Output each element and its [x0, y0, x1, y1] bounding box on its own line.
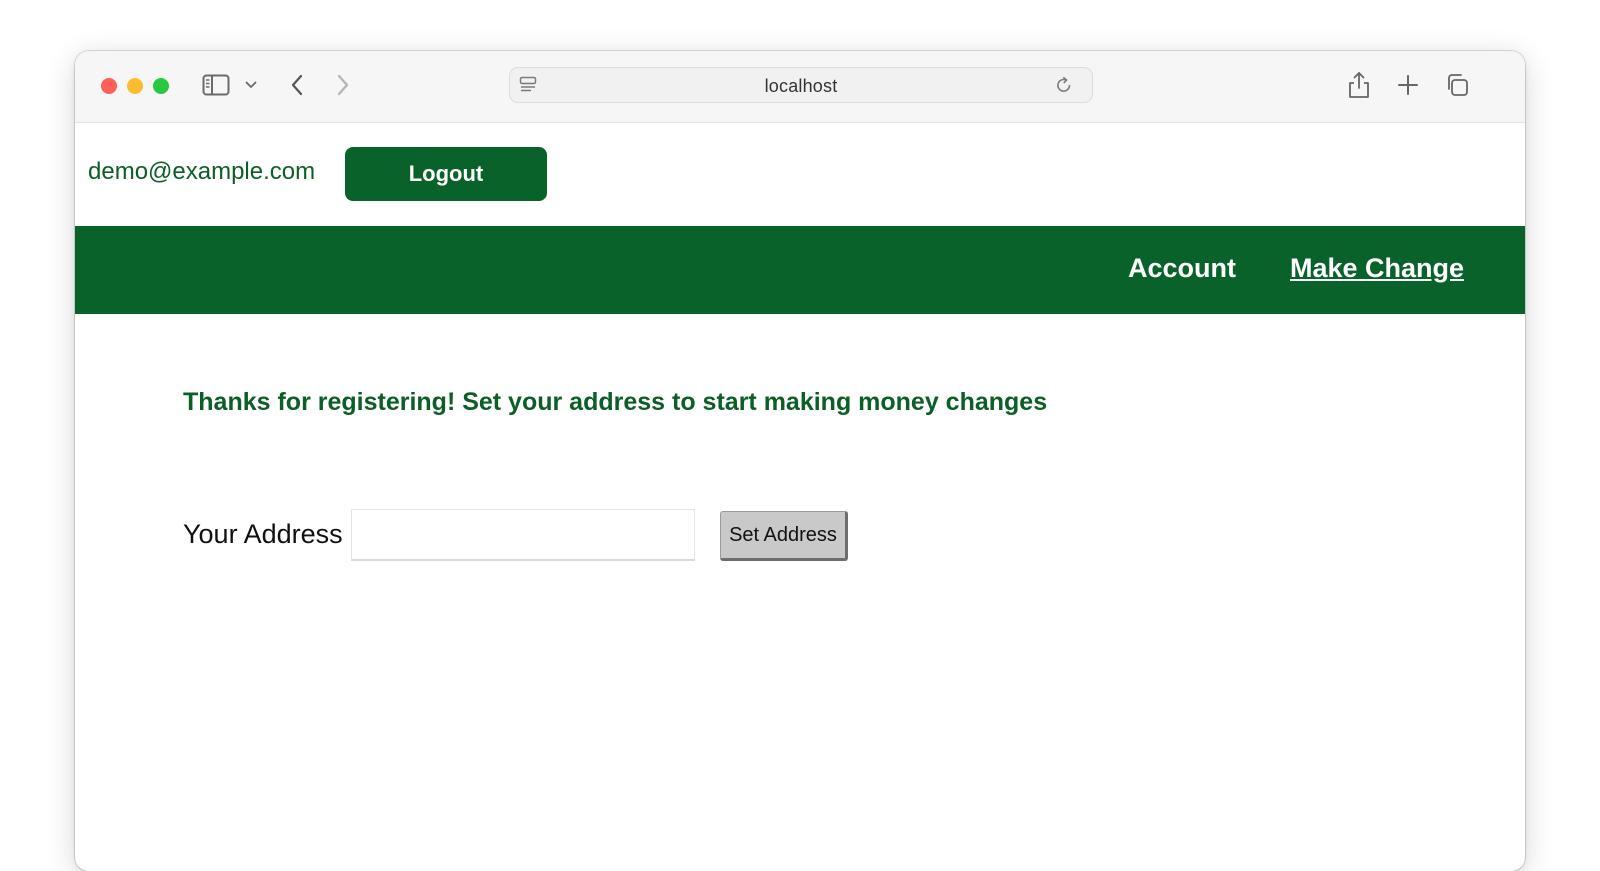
main-nav-bar: Account Make Change — [75, 226, 1525, 314]
back-chevron-left-icon[interactable] — [285, 71, 309, 99]
set-address-button[interactable]: Set Address — [720, 511, 848, 561]
address-input[interactable] — [351, 509, 695, 561]
page-content: demo@example.com Logout Account Make Cha… — [75, 123, 1525, 871]
nav-link-account[interactable]: Account — [1128, 253, 1236, 284]
address-label: Your Address — [183, 519, 343, 549]
sidebar-icon[interactable] — [201, 72, 231, 98]
share-icon[interactable] — [1345, 69, 1373, 101]
address-bar[interactable]: localhost — [509, 67, 1093, 103]
tabs-overview-icon[interactable] — [1443, 71, 1471, 99]
zoom-window-button[interactable] — [153, 78, 169, 94]
forward-chevron-right-icon[interactable] — [331, 71, 355, 99]
nav-link-make-change[interactable]: Make Change — [1290, 253, 1464, 284]
url-text: localhost — [764, 76, 838, 96]
reload-icon[interactable] — [1053, 75, 1075, 95]
chevron-down-icon[interactable] — [243, 77, 259, 93]
minimize-window-button[interactable] — [127, 78, 143, 94]
close-window-button[interactable] — [101, 78, 117, 94]
browser-toolbar: localhost — [75, 51, 1525, 123]
registration-message: Thanks for registering! Set your address… — [183, 388, 1048, 416]
browser-window: localhost demo@example.com Logout Accoun… — [75, 51, 1525, 871]
new-tab-plus-icon[interactable] — [1395, 72, 1421, 98]
logout-button[interactable]: Logout — [345, 147, 547, 201]
user-email: demo@example.com — [88, 158, 316, 185]
